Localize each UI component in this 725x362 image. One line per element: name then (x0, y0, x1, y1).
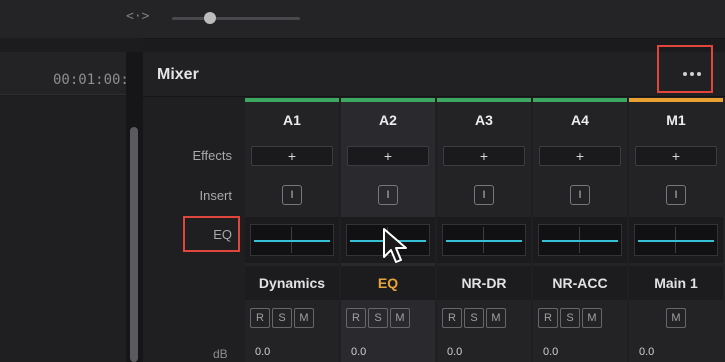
record-button[interactable]: R (538, 308, 558, 328)
channel-strip-m1: M1 + I Main 1 M 0.0 (629, 98, 725, 362)
channel-color-bar (629, 98, 723, 102)
add-effect-button[interactable]: + (443, 146, 525, 166)
db-value: 0.0 (351, 346, 367, 358)
timeline-scrollbar-thumb[interactable] (130, 127, 138, 362)
add-effect-button[interactable]: + (539, 146, 621, 166)
rsm-buttons: M (666, 308, 688, 330)
channel-name: A4 (571, 112, 589, 128)
eq-curve-graph[interactable] (538, 224, 622, 256)
mute-button[interactable]: M (294, 308, 314, 328)
row-label-effects: Effects (192, 148, 232, 163)
eq-curve-graph[interactable] (442, 224, 526, 256)
channel-name: A3 (475, 112, 493, 128)
timeline-track-area[interactable] (0, 96, 126, 362)
mute-button[interactable]: M (390, 308, 410, 328)
channel-strip-a1: A1 + I Dynamics RSM 0.0 (245, 98, 339, 362)
db-value: 0.0 (447, 346, 463, 358)
timecode-label: 00:01:00: (53, 72, 127, 88)
mute-button[interactable]: M (486, 308, 506, 328)
channel-strip-a3: A3 + I NR-DR RSM 0.0 (437, 98, 531, 362)
insert-toggle-button[interactable]: I (378, 185, 398, 205)
zoom-slider-track[interactable] (172, 17, 300, 20)
insert-toggle-button[interactable]: I (474, 185, 494, 205)
channel-color-bar (341, 98, 435, 102)
row-label-insert: Insert (199, 188, 232, 203)
rsm-buttons: RSM (538, 308, 604, 330)
bus-assignment[interactable]: EQ (341, 266, 435, 300)
record-button[interactable]: R (346, 308, 366, 328)
rsm-buttons: RSM (346, 308, 412, 330)
channel-color-bar (437, 98, 531, 102)
bus-assignment[interactable]: Main 1 (629, 266, 723, 300)
solo-button[interactable]: S (368, 308, 388, 328)
record-button[interactable]: R (250, 308, 270, 328)
insert-toggle-button[interactable]: I (570, 185, 590, 205)
solo-button[interactable]: S (560, 308, 580, 328)
rsm-buttons: RSM (442, 308, 508, 330)
top-toolbar: <·> (0, 0, 725, 39)
channel-color-bar (533, 98, 627, 102)
eq-curve-graph[interactable] (250, 224, 334, 256)
bus-assignment[interactable]: NR-DR (437, 266, 531, 300)
channel-name: A2 (379, 112, 397, 128)
add-effect-button[interactable]: + (251, 146, 333, 166)
eq-cell (437, 217, 531, 263)
eq-label-highlight-box (183, 216, 240, 252)
zoom-slider-handle[interactable] (204, 12, 217, 24)
eq-cell (629, 217, 723, 263)
eq-cell (245, 217, 339, 263)
options-highlight-box (657, 45, 713, 93)
zoom-width-icon[interactable]: <·> (126, 9, 149, 24)
mute-button[interactable]: M (582, 308, 602, 328)
add-effect-button[interactable]: + (635, 146, 717, 166)
record-button[interactable]: R (442, 308, 462, 328)
eq-curve-graph[interactable] (634, 224, 718, 256)
mute-button[interactable]: M (666, 308, 686, 328)
db-value: 0.0 (255, 346, 271, 358)
channel-color-bar (245, 98, 339, 102)
db-value: 0.0 (543, 346, 559, 358)
insert-toggle-button[interactable]: I (666, 185, 686, 205)
insert-toggle-button[interactable]: I (282, 185, 302, 205)
add-effect-button[interactable]: + (347, 146, 429, 166)
solo-button[interactable]: S (272, 308, 292, 328)
solo-button[interactable]: S (464, 308, 484, 328)
db-value: 0.0 (639, 346, 655, 358)
channel-name: A1 (283, 112, 301, 128)
mixer-header (143, 52, 725, 97)
row-label-db: dB (213, 347, 228, 361)
eq-cell (533, 217, 627, 263)
channel-strip-a4: A4 + I NR-ACC RSM 0.0 (533, 98, 627, 362)
mixer-title: Mixer (157, 66, 199, 83)
bus-assignment[interactable]: Dynamics (245, 266, 339, 300)
bus-assignment[interactable]: NR-ACC (533, 266, 627, 300)
mouse-pointer-icon (383, 228, 407, 263)
channel-name: M1 (666, 112, 686, 128)
rsm-buttons: RSM (250, 308, 316, 330)
